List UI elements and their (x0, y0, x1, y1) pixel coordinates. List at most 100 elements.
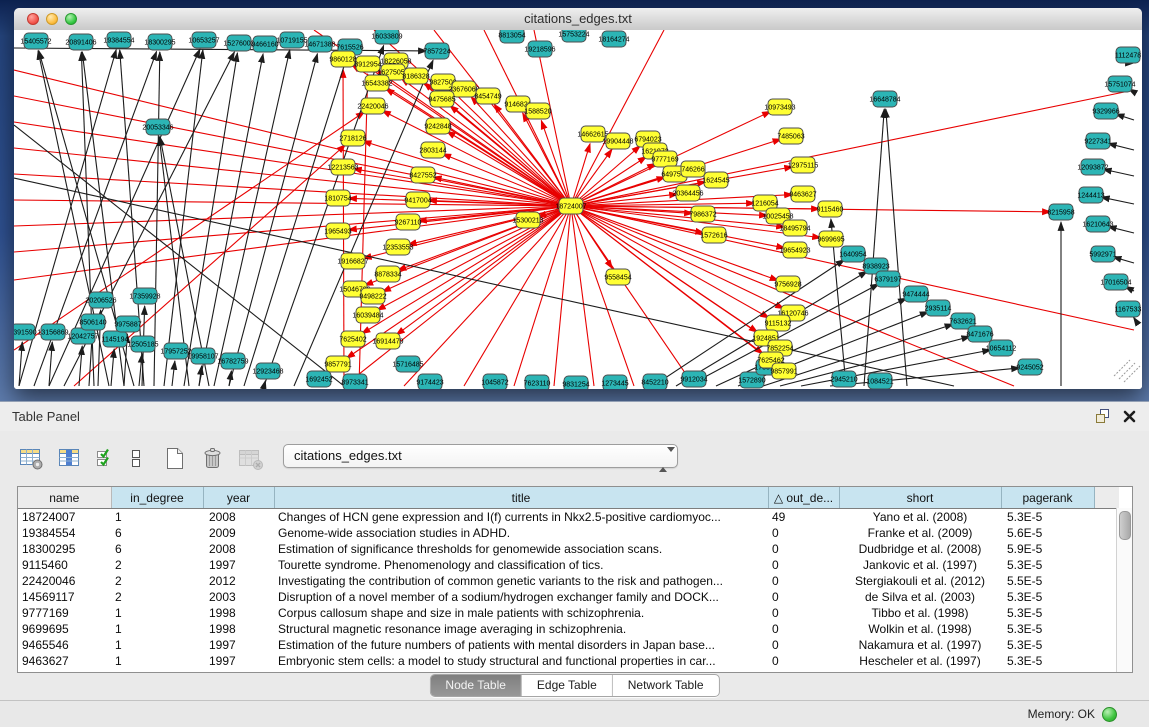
column-header-short[interactable]: short (839, 487, 1001, 509)
column-header-year[interactable]: year (203, 487, 274, 509)
graph-node[interactable]: 9391590 (14, 324, 37, 340)
graph-node[interactable]: 20206526 (85, 292, 116, 308)
graph-node[interactable]: 746266 (681, 161, 705, 177)
delete-table-icon[interactable] (199, 445, 226, 472)
graph-node[interactable]: 17016504 (1100, 274, 1131, 290)
graph-node[interactable]: 7485063 (777, 128, 804, 144)
graph-node[interactable]: 19904448 (602, 133, 633, 149)
graph-node[interactable]: 8471676 (966, 326, 993, 342)
graph-node[interactable]: 8813054 (498, 30, 525, 43)
graph-node[interactable]: 9857991 (770, 363, 797, 379)
graph-node[interactable]: 9466160 (251, 36, 278, 52)
table-vertical-scrollbar[interactable] (1116, 508, 1132, 672)
graph-edge[interactable] (14, 206, 571, 280)
graph-node[interactable]: 1112478 (1115, 47, 1141, 63)
window-zoom-button[interactable] (65, 13, 77, 25)
graph-edge[interactable] (172, 361, 175, 386)
graph-node[interactable]: 16782759 (217, 353, 248, 369)
graph-edge[interactable] (264, 381, 265, 386)
graph-node[interactable]: 12975115 (788, 157, 819, 173)
graph-node[interactable]: 9860128 (329, 51, 356, 67)
graph-edge[interactable] (154, 52, 160, 386)
graph-node[interactable]: 7857224 (423, 43, 450, 59)
network-canvas[interactable]: 1540557220891406193845541830029510653257… (14, 30, 1142, 389)
graph-node[interactable]: 9115132 (765, 315, 792, 331)
tab-network-table[interactable]: Network Table (612, 675, 719, 696)
graph-node[interactable]: 18724007 (555, 198, 586, 214)
graph-node[interactable]: 9857791 (324, 356, 351, 372)
graph-node[interactable]: 10719155 (276, 32, 307, 48)
column-header-title[interactable]: title (274, 487, 768, 509)
graph-edge[interactable] (571, 30, 664, 206)
table-row[interactable]: 1830029562008Estimation of significance … (18, 541, 1119, 557)
graph-node[interactable]: 7986372 (689, 206, 716, 222)
graph-node[interactable]: 8215958 (1047, 204, 1074, 220)
graph-edge[interactable] (571, 206, 634, 386)
graph-node[interactable]: 12505185 (127, 336, 158, 352)
graph-node[interactable]: 8186328 (402, 68, 429, 84)
graph-node[interactable]: 9227341 (1084, 133, 1111, 149)
graph-node[interactable]: 19958107 (187, 348, 218, 364)
graph-node[interactable]: 1273445 (601, 375, 628, 389)
window-minimize-button[interactable] (46, 13, 58, 25)
graph-node[interactable]: 1692452 (305, 371, 332, 387)
graph-node[interactable]: 9831254 (562, 376, 589, 389)
graph-node[interactable]: 19166827 (337, 253, 368, 269)
graph-edge[interactable] (571, 146, 640, 206)
graph-edge[interactable] (571, 206, 776, 365)
graph-node[interactable]: 16914479 (372, 333, 403, 349)
graph-node[interactable]: 10654112 (986, 340, 1017, 356)
graph-node[interactable]: 9242848 (424, 118, 451, 134)
graph-node[interactable]: 15276002 (223, 35, 254, 51)
graph-node[interactable]: 9975887 (114, 316, 141, 332)
graph-node[interactable]: 2945210 (830, 371, 857, 387)
graph-node[interactable]: 13156869 (37, 324, 68, 340)
graph-node[interactable]: 2718126 (339, 130, 366, 146)
graph-node[interactable]: 16648784 (869, 91, 900, 107)
graph-node[interactable]: 9115460 (817, 201, 844, 217)
graph-node[interactable]: 1084521 (866, 373, 893, 389)
graph-edge[interactable] (464, 206, 571, 386)
graph-node[interactable]: 9474444 (902, 286, 929, 302)
graph-node[interactable]: 1640954 (839, 246, 866, 262)
graph-node[interactable]: 16039484 (352, 307, 383, 323)
graph-node[interactable]: 7623110 (524, 375, 551, 389)
graph-node[interactable]: 8427552 (409, 167, 436, 183)
column-header-name[interactable]: name (18, 487, 111, 509)
graph-node[interactable]: 15716485 (392, 356, 423, 372)
graph-node[interactable]: 9777169 (651, 151, 678, 167)
graph-node[interactable]: 17359928 (129, 288, 160, 304)
graph-node[interactable]: 6379197 (874, 271, 901, 287)
table-row[interactable]: 1872400712008Changes of HCN gene express… (18, 509, 1119, 526)
graph-node[interactable]: 1965493 (324, 223, 351, 239)
float-panel-icon[interactable] (1094, 408, 1110, 429)
graph-edge[interactable] (886, 109, 907, 386)
graph-node[interactable]: 1145194 (102, 331, 129, 347)
window-resize-grip[interactable] (1114, 360, 1140, 382)
graph-node[interactable]: 16210643 (1082, 216, 1113, 232)
graph-node[interactable]: 1244413 (1077, 187, 1104, 203)
graph-node[interactable]: 10973493 (764, 99, 795, 115)
graph-node[interactable]: 19218596 (524, 41, 555, 57)
column-header-in_degree[interactable]: in_degree (111, 487, 203, 509)
graph-edge[interactable] (111, 349, 114, 386)
create-table-icon[interactable] (162, 445, 188, 472)
tab-edge-table[interactable]: Edge Table (521, 675, 612, 696)
graph-node[interactable]: 9498222 (359, 288, 386, 304)
graph-node[interactable]: 19654923 (779, 242, 810, 258)
window-close-button[interactable] (27, 13, 39, 25)
table-row[interactable]: 946554611997Estimation of the future num… (18, 637, 1119, 653)
close-panel-icon[interactable] (1122, 409, 1137, 429)
graph-node[interactable]: 9245052 (1016, 359, 1043, 375)
graph-node[interactable]: 1588520 (524, 103, 551, 119)
graph-node[interactable]: 9756928 (774, 276, 801, 292)
graph-edge[interactable] (14, 206, 571, 226)
graph-node[interactable]: 12213563 (327, 159, 358, 175)
graph-node[interactable]: 12093872 (1077, 159, 1108, 175)
graph-node[interactable]: 9912034 (680, 371, 707, 387)
graph-node[interactable]: 10653257 (188, 32, 219, 48)
graph-node[interactable]: 9267110 (395, 214, 422, 230)
table-row[interactable]: 2242004622012Investigating the contribut… (18, 573, 1119, 589)
graph-node[interactable]: 20364456 (672, 185, 703, 201)
table-row[interactable]: 946362711997Embryonic stem cells: a mode… (18, 653, 1119, 669)
